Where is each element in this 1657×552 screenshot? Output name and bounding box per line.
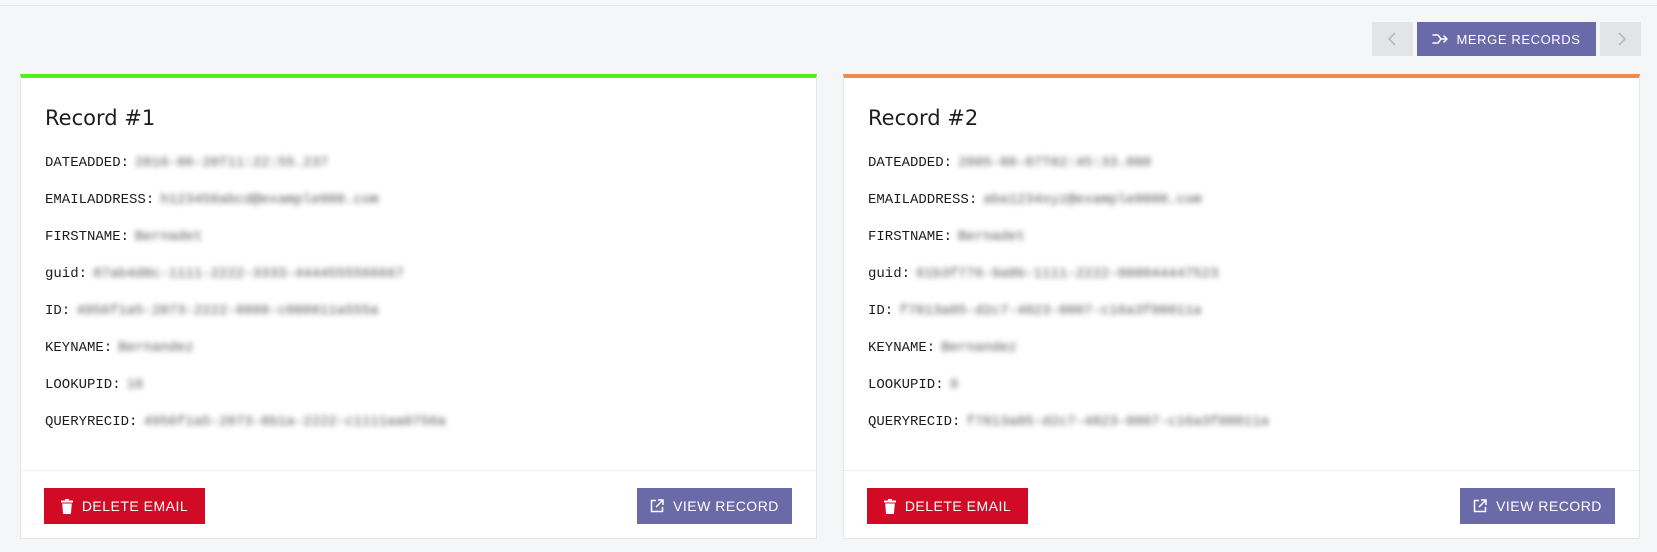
- record-fields: DATEADDED: 2016-06-20T11:22:55.237 EMAIL…: [45, 155, 795, 451]
- view-record-label: VIEW RECORD: [1496, 498, 1602, 514]
- field-keyname: KEYNAME: Bernandez: [868, 340, 1618, 377]
- field-dateadded: DATEADDED: 2016-06-20T11:22:55.237: [45, 155, 795, 192]
- field-emailaddress: EMAILADDRESS: aba1234xyz@example0000.com: [868, 192, 1618, 229]
- field-value: Bernadet: [135, 229, 203, 245]
- field-key: LOOKUPID:: [45, 377, 121, 393]
- field-key: guid:: [868, 266, 911, 282]
- field-key: KEYNAME:: [45, 340, 113, 356]
- merge-arrow-icon: [1432, 34, 1449, 44]
- field-value: 4956f1a5-2073-2222-8888-c000811a555a: [76, 303, 379, 319]
- record-fields: DATEADDED: 2005-08-07T02:45:33.000 EMAIL…: [868, 155, 1618, 451]
- merge-records-button[interactable]: MERGE RECORDS: [1417, 22, 1596, 56]
- external-link-icon: [1473, 499, 1487, 513]
- field-value: 16: [126, 377, 144, 393]
- field-guid: guid: 61b3f776-9a0b-1111-2222-0000444475…: [868, 266, 1618, 303]
- field-key: EMAILADDRESS:: [45, 192, 155, 208]
- merge-records-label: MERGE RECORDS: [1456, 31, 1581, 47]
- view-record-label: VIEW RECORD: [673, 498, 779, 514]
- field-firstname: FIRSTNAME: Bernadet: [868, 229, 1618, 266]
- field-keyname: KEYNAME: Bernandez: [45, 340, 795, 377]
- field-key: DATEADDED:: [45, 155, 130, 171]
- record-title: Record #1: [45, 106, 156, 130]
- field-lookupid: LOOKUPID: 16: [45, 377, 795, 414]
- field-value: f7813a05-d2c7-4023-0007-c16a3f00011a: [966, 414, 1269, 430]
- record-card-2: Record #2 DATEADDED: 2005-08-07T02:45:33…: [843, 74, 1640, 539]
- view-record-button[interactable]: VIEW RECORD: [1460, 488, 1615, 524]
- field-key: KEYNAME:: [868, 340, 936, 356]
- delete-email-label: DELETE EMAIL: [81, 498, 189, 514]
- field-value: h123456abcd@example000.com: [160, 192, 379, 208]
- field-value: 2016-06-20T11:22:55.237: [135, 155, 329, 171]
- delete-email-label: DELETE EMAIL: [904, 498, 1012, 514]
- trash-icon: [60, 498, 73, 514]
- field-key: FIRSTNAME:: [868, 229, 953, 245]
- record-title: Record #2: [868, 106, 979, 130]
- previous-button[interactable]: [1372, 22, 1413, 56]
- next-button[interactable]: [1600, 22, 1641, 56]
- top-divider: [0, 0, 1657, 6]
- field-key: LOOKUPID:: [868, 377, 944, 393]
- field-key: FIRSTNAME:: [45, 229, 130, 245]
- view-record-button[interactable]: VIEW RECORD: [637, 488, 792, 524]
- card-footer: DELETE EMAIL VIEW RECORD: [844, 470, 1639, 540]
- record-card-1: Record #1 DATEADDED: 2016-06-20T11:22:55…: [20, 74, 817, 539]
- trash-icon: [883, 498, 896, 514]
- field-lookupid: LOOKUPID: 9: [868, 377, 1618, 414]
- field-key: QUERYRECID:: [868, 414, 961, 430]
- field-emailaddress: EMAILADDRESS: h123456abcd@example000.com: [45, 192, 795, 229]
- field-value: 4956f1a5-2073-8b1a-2222-c1111aa0756a: [143, 414, 446, 430]
- card-footer: DELETE EMAIL VIEW RECORD: [21, 470, 816, 540]
- field-dateadded: DATEADDED: 2005-08-07T02:45:33.000: [868, 155, 1618, 192]
- field-value: 61b3f776-9a0b-1111-2222-000044447523: [916, 266, 1219, 282]
- field-id: ID: 4956f1a5-2073-2222-8888-c000811a555a: [45, 303, 795, 340]
- field-key: guid:: [45, 266, 88, 282]
- field-key: ID:: [868, 303, 894, 319]
- field-key: ID:: [45, 303, 71, 319]
- field-value: aba1234xyz@example0000.com: [983, 192, 1202, 208]
- field-value: 2005-08-07T02:45:33.000: [958, 155, 1152, 171]
- external-link-icon: [650, 499, 664, 513]
- field-value: f7813a05-d2c7-4023-0007-c16a3f00011a: [899, 303, 1202, 319]
- field-queryrecid: QUERYRECID: 4956f1a5-2073-8b1a-2222-c111…: [45, 414, 795, 451]
- field-key: EMAILADDRESS:: [868, 192, 978, 208]
- field-id: ID: f7813a05-d2c7-4023-0007-c16a3f00011a: [868, 303, 1618, 340]
- field-value: 9: [949, 377, 959, 393]
- field-value: Bernandez: [941, 340, 1017, 356]
- merge-toolbar: MERGE RECORDS: [1372, 22, 1641, 56]
- field-value: 87ab4d0c-1111-2222-3333-4444555566667: [93, 266, 404, 282]
- field-key: DATEADDED:: [868, 155, 953, 171]
- field-queryrecid: QUERYRECID: f7813a05-d2c7-4023-0007-c16a…: [868, 414, 1618, 451]
- delete-email-button[interactable]: DELETE EMAIL: [44, 488, 205, 524]
- field-guid: guid: 87ab4d0c-1111-2222-3333-4444555566…: [45, 266, 795, 303]
- field-value: Bernadet: [958, 229, 1026, 245]
- chevron-right-icon: [1617, 32, 1626, 46]
- field-firstname: FIRSTNAME: Bernadet: [45, 229, 795, 266]
- field-value: Bernandez: [118, 340, 194, 356]
- field-key: QUERYRECID:: [45, 414, 138, 430]
- delete-email-button[interactable]: DELETE EMAIL: [867, 488, 1028, 524]
- chevron-left-icon: [1387, 32, 1396, 46]
